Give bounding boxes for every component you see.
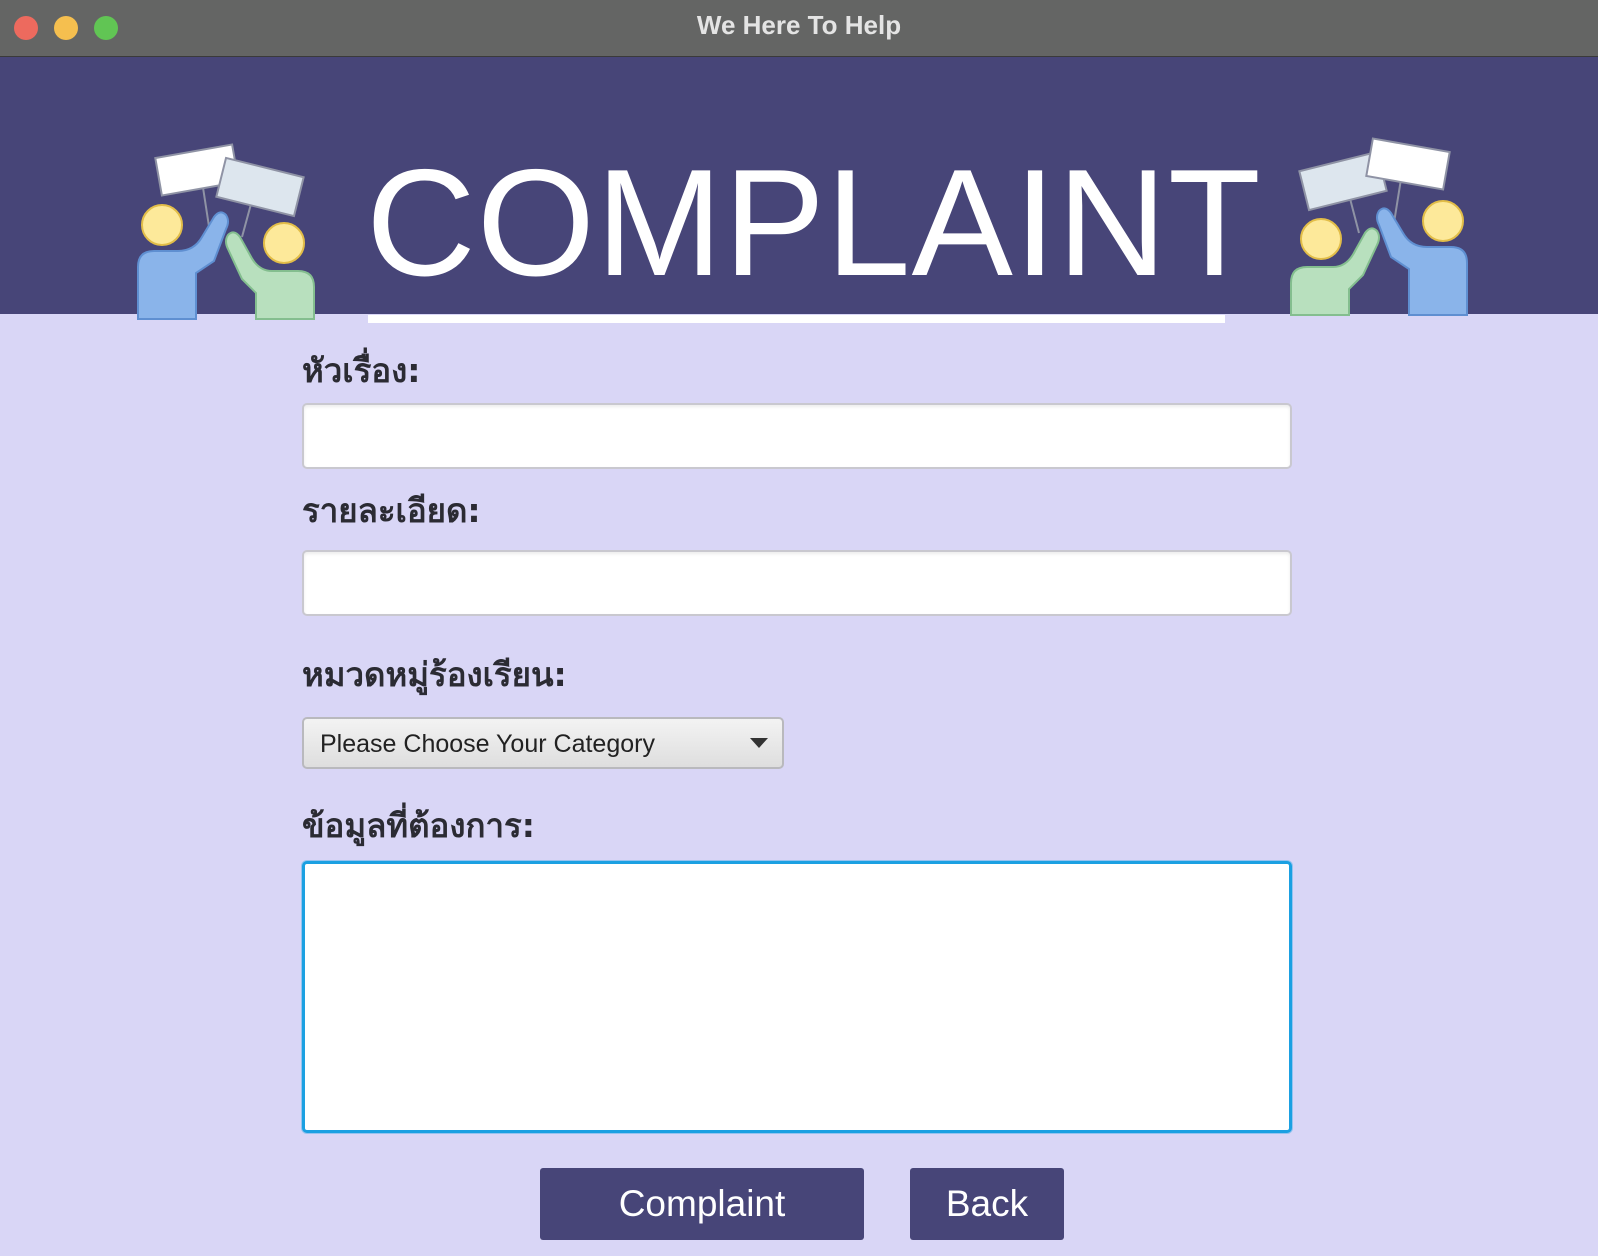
chevron-down-icon — [750, 738, 768, 748]
complaint-button[interactable]: Complaint — [540, 1168, 864, 1240]
subject-input[interactable] — [302, 403, 1292, 469]
page-title: COMPLAINT — [366, 138, 1262, 308]
title-bar: We Here To Help — [0, 0, 1598, 57]
category-dropdown[interactable]: Please Choose Your Category — [302, 717, 784, 769]
protest-people-icon — [137, 143, 315, 320]
details-label: รายละเอียด: — [302, 491, 481, 530]
request-label: ข้อมูลที่ต้องการ: — [302, 806, 535, 845]
category-label: หมวดหมู่ร้องเรียน: — [302, 655, 567, 694]
back-button[interactable]: Back — [910, 1168, 1064, 1240]
request-textarea[interactable] — [302, 861, 1292, 1133]
protest-people-icon — [1290, 137, 1468, 316]
details-input[interactable] — [302, 550, 1292, 616]
app-window: We Here To Help COMPLAINT หัวเรื่อง: ราย… — [0, 0, 1598, 1256]
header-banner: COMPLAINT — [0, 57, 1598, 323]
title-underline — [368, 315, 1225, 323]
window-title: We Here To Help — [696, 10, 902, 40]
category-selected-value: Please Choose Your Category — [320, 730, 655, 758]
subject-label: หัวเรื่อง: — [302, 351, 421, 390]
